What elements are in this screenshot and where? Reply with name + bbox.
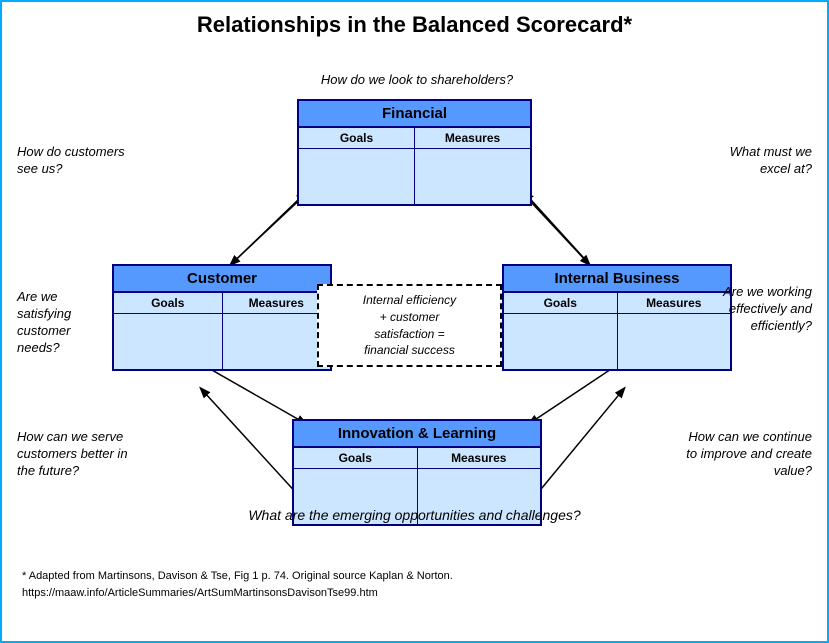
center-text-box: Internal efficiency+ customersatisfactio… — [317, 284, 502, 367]
innovation-goals: Goals — [294, 448, 418, 469]
center-text: Internal efficiency+ customersatisfactio… — [363, 293, 456, 357]
diagram-area: Financial Goals Measures Customer Goals … — [12, 44, 817, 609]
annotation-left-top: How do customers see us? — [17, 144, 127, 178]
footer: * Adapted from Martinsons, Davison & Tse… — [22, 568, 807, 601]
internal-goals-body — [504, 314, 618, 369]
financial-goals-body — [299, 149, 415, 204]
page-title: Relationships in the Balanced Scorecard* — [12, 12, 817, 38]
footer-line1: * Adapted from Martinsons, Davison & Tse… — [22, 568, 807, 585]
footer-line2: https://maaw.info/ArticleSummaries/ArtSu… — [22, 585, 807, 602]
annotation-top: How do we look to shareholders? — [242, 72, 592, 89]
internal-box: Internal Business Goals Measures — [502, 264, 732, 371]
financial-measures-body — [415, 149, 530, 204]
internal-goals: Goals — [504, 293, 618, 314]
customer-box: Customer Goals Measures — [112, 264, 332, 371]
financial-measures: Measures — [415, 128, 530, 149]
main-container: Relationships in the Balanced Scorecard* — [0, 0, 829, 643]
annotation-left-bottom: Are we satisfying customer needs? — [17, 289, 112, 357]
customer-goals: Goals — [114, 293, 223, 314]
annotation-bottom-right: How can we continue to improve and creat… — [682, 429, 812, 480]
customer-measures: Measures — [223, 293, 331, 314]
financial-box: Financial Goals Measures — [297, 99, 532, 206]
innovation-title: Innovation & Learning — [294, 421, 540, 448]
customer-measures-body — [223, 314, 331, 369]
customer-goals-body — [114, 314, 223, 369]
annotation-right-bottom: Are we working effectively and efficient… — [707, 284, 812, 335]
annotation-bottom-left: How can we serve customers better in the… — [17, 429, 147, 480]
annotation-bottom-center: What are the emerging opportunities and … — [12, 506, 817, 524]
annotation-right-top: What must we excel at? — [702, 144, 812, 178]
innovation-measures: Measures — [418, 448, 541, 469]
customer-title: Customer — [114, 266, 330, 293]
financial-goals: Goals — [299, 128, 415, 149]
financial-title: Financial — [299, 101, 530, 128]
internal-title: Internal Business — [504, 266, 730, 293]
